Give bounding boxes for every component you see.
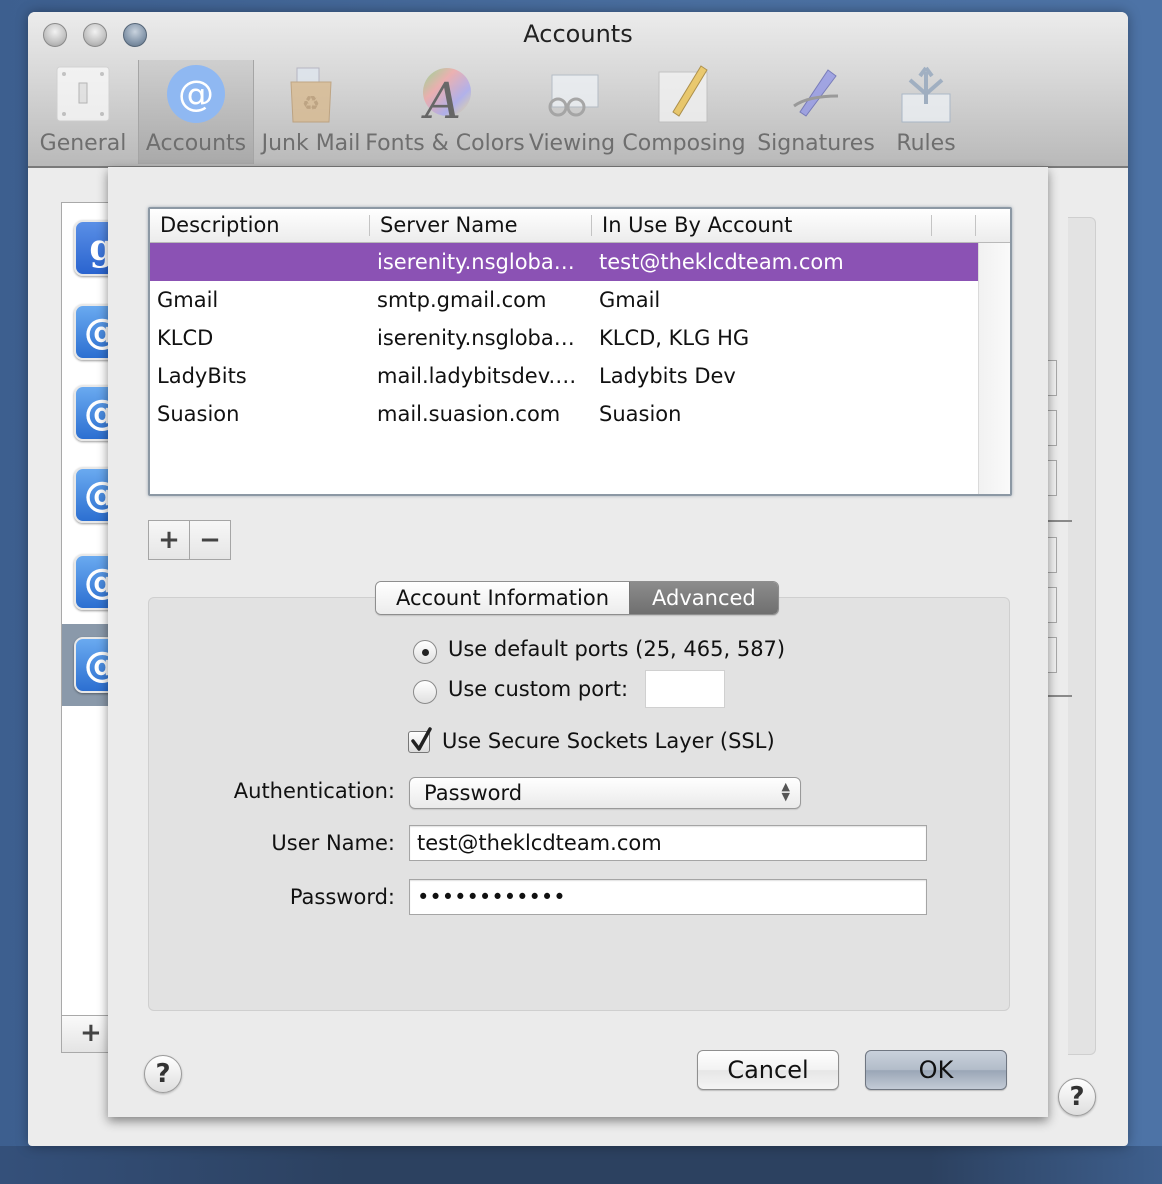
recycle-bag-icon: ♻: [280, 63, 342, 125]
help-button[interactable]: ?: [144, 1055, 182, 1093]
up-down-arrows-icon: ▲ ▼: [781, 780, 790, 803]
cell-server: iserenity.nsgloba…: [377, 250, 575, 274]
tab-advanced[interactable]: Advanced: [629, 582, 778, 614]
default-ports-radio[interactable]: [413, 640, 437, 664]
password-label: Password:: [289, 885, 395, 909]
toolbar-label: Accounts: [145, 131, 247, 156]
smtp-server-sheet: Description Server Name In Use By Accoun…: [108, 167, 1048, 1117]
toolbar-label: General: [39, 131, 127, 156]
table-row[interactable]: iserenity.nsgloba… test@theklcdteam.com: [150, 243, 979, 281]
toolbar-item-viewing[interactable]: Viewing: [522, 60, 622, 164]
font-color-wheel-icon: A: [414, 63, 476, 125]
cell-description: LadyBits: [157, 364, 247, 388]
tab-account-information[interactable]: Account Information: [376, 582, 630, 614]
toolbar-label: Composing: [622, 131, 746, 156]
light-switch-icon: [52, 63, 114, 125]
pen-icon: [785, 63, 847, 125]
cell-account: Ladybits Dev: [599, 364, 736, 388]
toolbar-label: Signatures: [757, 131, 875, 156]
toolbar-item-junk-mail[interactable]: ♻ Junk Mail: [254, 60, 368, 164]
cell-account: Gmail: [599, 288, 661, 312]
cell-account: test@theklcdteam.com: [599, 250, 844, 274]
column-header-description[interactable]: Description: [150, 209, 370, 242]
titlebar: Accounts General @ Accounts ♻ Junk Mail: [28, 12, 1128, 168]
column-header-empty: [932, 209, 976, 242]
background-field: [1048, 587, 1057, 623]
smtp-server-table: Description Server Name In Use By Accoun…: [148, 207, 1012, 496]
add-account-button[interactable]: +: [61, 1015, 113, 1053]
checkmark-icon: [411, 727, 432, 751]
custom-port-label: Use custom port:: [448, 677, 629, 701]
remove-server-button[interactable]: −: [189, 521, 230, 559]
authentication-label: Authentication:: [233, 779, 395, 803]
divider: [1048, 695, 1072, 697]
toolbar-item-general[interactable]: General: [28, 60, 138, 164]
authentication-value: Password: [424, 781, 523, 805]
svg-text:♻: ♻: [302, 91, 320, 115]
background-field: [1048, 637, 1057, 673]
help-button-preferences[interactable]: ?: [1058, 1078, 1096, 1116]
cell-account: KLCD, KLG HG: [599, 326, 750, 350]
table-row[interactable]: Suasion mail.suasion.com Suasion: [150, 395, 979, 433]
column-header-server-name[interactable]: Server Name: [370, 209, 592, 242]
cancel-button[interactable]: Cancel: [697, 1050, 839, 1090]
username-input[interactable]: test@theklcdteam.com: [409, 825, 927, 861]
cell-description: Suasion: [157, 402, 240, 426]
desktop-background: [0, 1146, 1162, 1184]
password-input[interactable]: ••••••••••••: [409, 879, 927, 915]
table-row[interactable]: KLCD iserenity.nsgloba… KLCD, KLG HG: [150, 319, 979, 357]
divider: [1048, 520, 1072, 522]
cell-server: mail.suasion.com: [377, 402, 561, 426]
background-field: [1048, 360, 1057, 396]
vertical-scrollbar[interactable]: [978, 243, 1010, 494]
table-row[interactable]: LadyBits mail.ladybitsdev.… Ladybits Dev: [150, 357, 979, 395]
ssl-label: Use Secure Sockets Layer (SSL): [442, 729, 775, 753]
authentication-popup[interactable]: Password ▲ ▼: [409, 777, 801, 809]
background-field: [1048, 460, 1057, 496]
background-field: [1048, 537, 1057, 573]
default-ports-label: Use default ports (25, 465, 587): [448, 637, 786, 661]
custom-port-input[interactable]: [645, 670, 725, 708]
toolbar-label: Rules: [896, 131, 956, 156]
custom-port-radio[interactable]: [413, 680, 437, 704]
settings-tabs: Account Information Advanced: [375, 581, 779, 615]
rules-arrows-icon: [895, 63, 957, 125]
preferences-window: Accounts General @ Accounts ♻ Junk Mail: [28, 12, 1128, 1146]
toolbar-label: Junk Mail: [261, 131, 361, 156]
toolbar-label: Viewing: [528, 131, 616, 156]
svg-text:A: A: [421, 72, 461, 124]
ssl-checkbox[interactable]: [408, 727, 432, 753]
table-header: Description Server Name In Use By Accoun…: [150, 209, 1010, 243]
cell-server: smtp.gmail.com: [377, 288, 547, 312]
toolbar-item-accounts[interactable]: @ Accounts: [138, 60, 254, 164]
cell-server: mail.ladybitsdev.…: [377, 364, 577, 388]
cell-description: Gmail: [157, 288, 219, 312]
username-label: User Name:: [271, 831, 395, 855]
column-header-in-use-by-account[interactable]: In Use By Account: [592, 209, 932, 242]
window-title: Accounts: [523, 20, 633, 48]
toolbar-item-signatures[interactable]: Signatures: [746, 60, 886, 164]
pencil-paper-icon: [653, 63, 715, 125]
add-server-button[interactable]: +: [149, 521, 189, 559]
background-field: [1048, 410, 1057, 446]
toolbar-item-rules[interactable]: Rules: [886, 60, 966, 164]
cell-server: iserenity.nsgloba…: [377, 326, 575, 350]
account-details-pane: [1068, 217, 1096, 1055]
ok-button[interactable]: OK: [865, 1050, 1007, 1090]
table-row[interactable]: Gmail smtp.gmail.com Gmail: [150, 281, 979, 319]
toolbar-item-composing[interactable]: Composing: [622, 60, 746, 164]
add-remove-control: + −: [148, 520, 231, 560]
preferences-toolbar: General @ Accounts ♻ Junk Mail A Fonts &…: [28, 60, 1128, 164]
glasses-envelope-icon: [541, 63, 603, 125]
toolbar-label: Fonts & Colors: [365, 131, 525, 156]
cell-description: KLCD: [157, 326, 214, 350]
svg-text:@: @: [178, 74, 214, 115]
at-sign-icon: @: [165, 63, 227, 125]
toolbar-item-fonts-colors[interactable]: A Fonts & Colors: [365, 60, 525, 164]
cell-account: Suasion: [599, 402, 682, 426]
table-body: iserenity.nsgloba… test@theklcdteam.com …: [150, 243, 979, 433]
